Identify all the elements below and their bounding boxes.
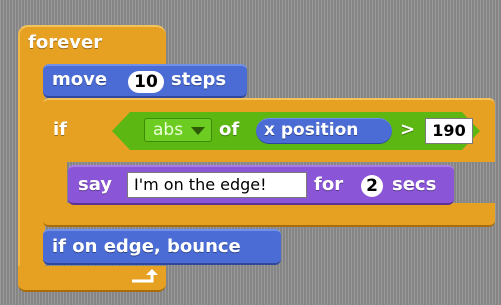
move-label: move [52,69,108,90]
x-position-label: x position [264,120,359,140]
say-label: say [78,174,113,195]
abs-function-label: abs [153,120,184,140]
threshold-input[interactable]: 190 [425,118,473,144]
duration-input[interactable]: 2 [361,175,383,197]
abs-function-dropdown[interactable]: abs [144,118,212,142]
dropdown-arrow-icon [191,127,205,135]
steps-input[interactable]: 10 [128,71,164,93]
if-label: if [53,119,68,140]
if-block-bottom[interactable] [43,203,495,227]
forever-label: forever [28,32,103,53]
greater-than-operator: > [400,119,416,140]
loop-arrow-icon [132,269,158,283]
forever-block-arm[interactable] [18,60,45,280]
steps-label: steps [171,69,227,90]
of-label: of [219,119,240,140]
for-label: for [314,174,344,195]
say-message-input[interactable]: I'm on the edge! [127,172,307,198]
bounce-label: if on edge, bounce [52,236,241,257]
secs-label: secs [392,174,437,195]
